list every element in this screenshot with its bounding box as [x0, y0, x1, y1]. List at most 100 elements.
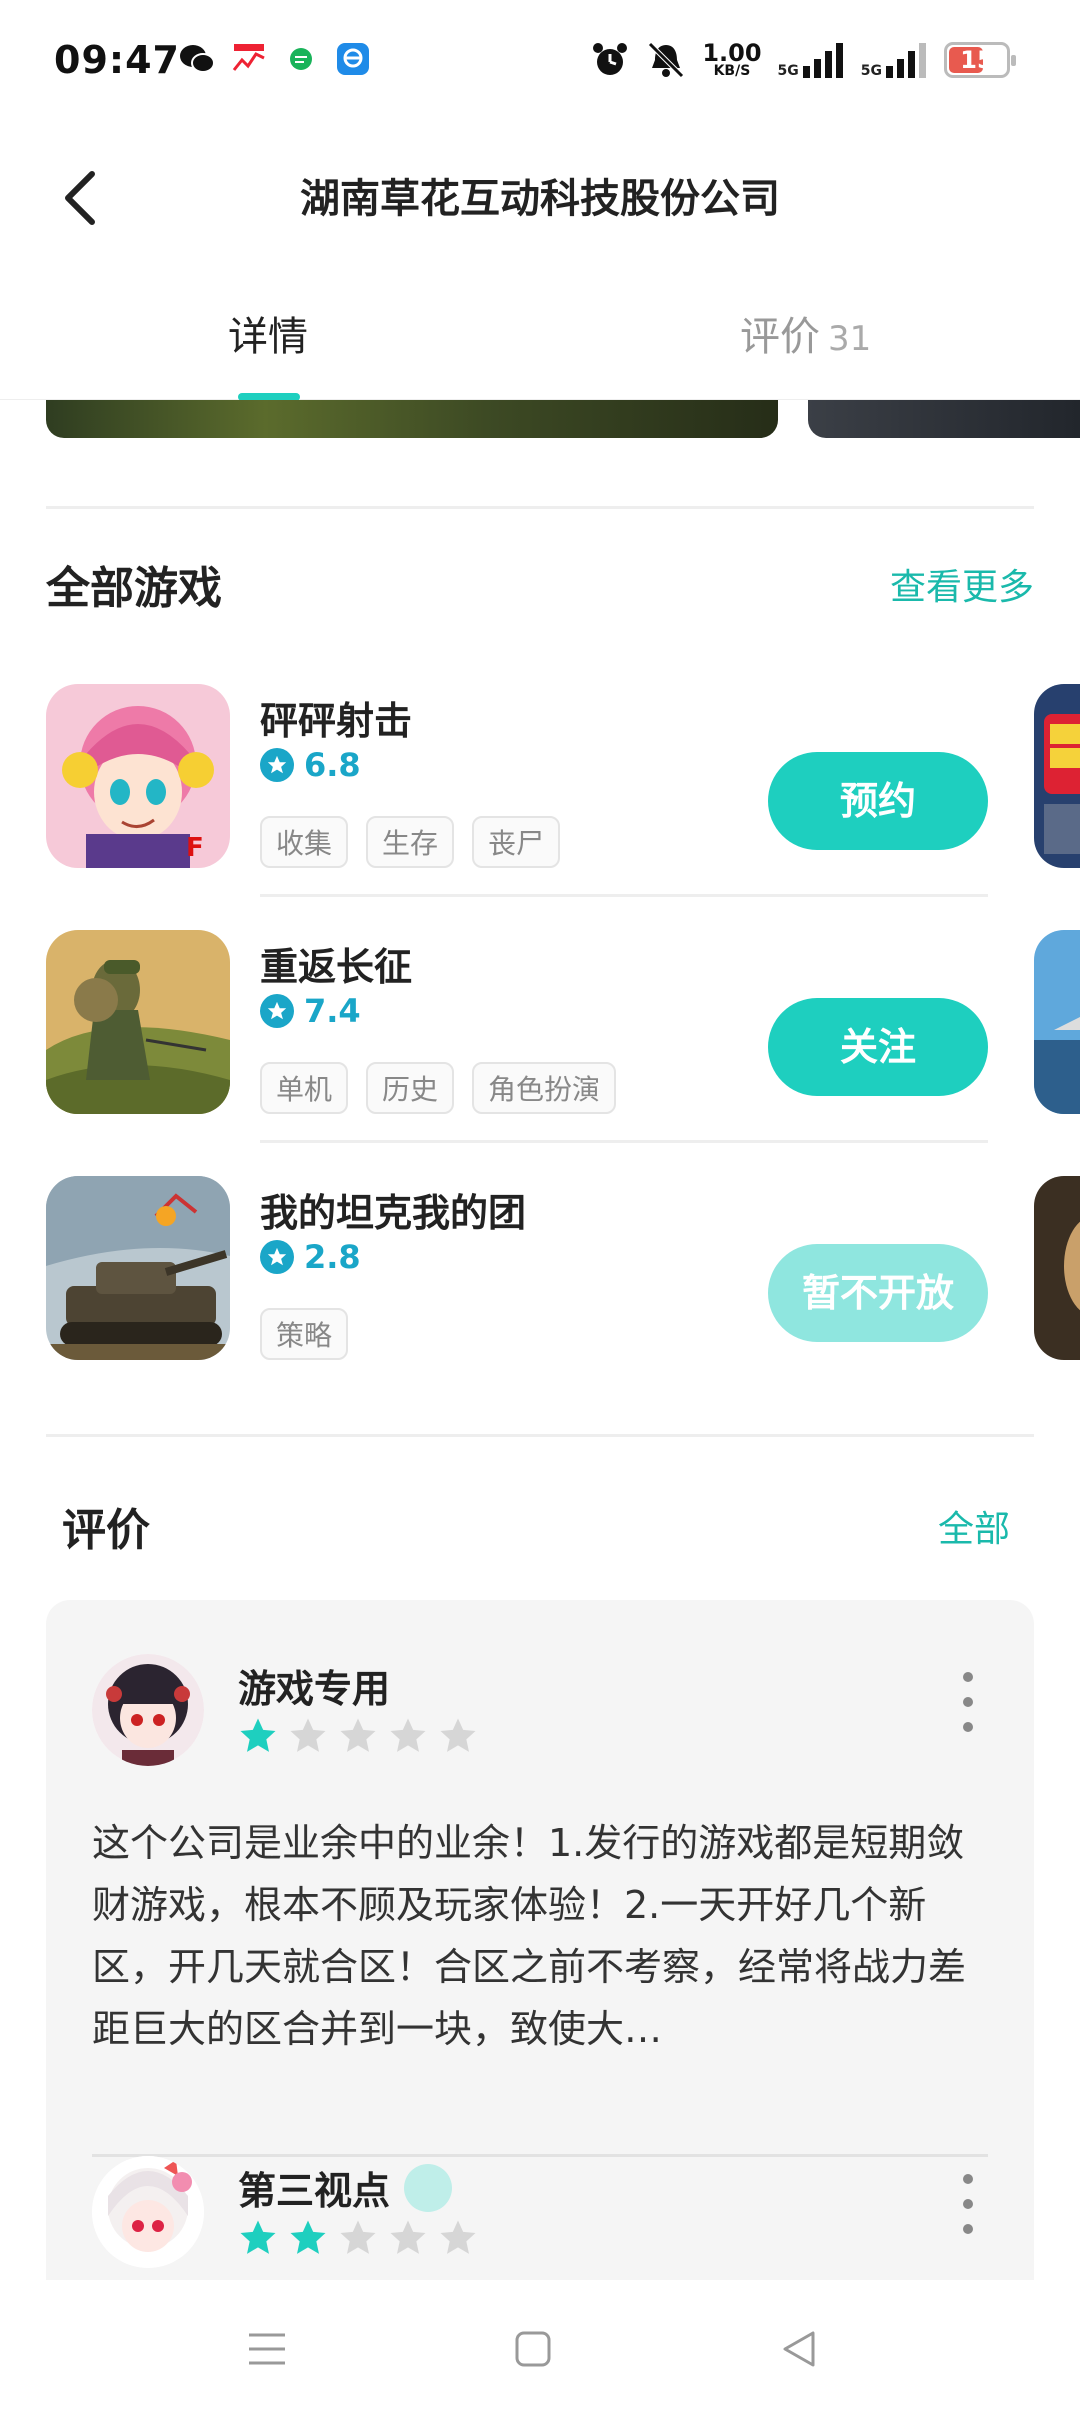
- rating-star-icon: [260, 748, 294, 782]
- back-triangle-icon: [783, 2331, 815, 2367]
- star-empty-icon: [440, 1718, 476, 1752]
- rating-value: 2.8: [304, 1238, 361, 1276]
- home-nav-button[interactable]: [498, 2314, 568, 2384]
- game-tags: 单机 历史 角色扮演: [260, 1062, 617, 1114]
- anime-girl-game-icon: F: [46, 684, 230, 868]
- notification-icons: [178, 42, 372, 76]
- star-filled-icon: [240, 1718, 276, 1752]
- rating-star-icon: [260, 994, 294, 1028]
- signal-bars-icon: [886, 43, 926, 78]
- stock-app-icon: [232, 44, 266, 74]
- review-divider: [92, 2154, 988, 2157]
- game-tags: 收集 生存 丧尸: [260, 816, 561, 868]
- screenshot-carousel[interactable]: [0, 400, 1080, 440]
- status-bar: 09:47 1.00 KB/S 5G 5G 15: [0, 0, 1080, 120]
- tab-details[interactable]: 详情: [228, 304, 308, 362]
- game-list-item[interactable]: 重返长征 7.4 单机 历史 角色扮演 关注: [0, 930, 1080, 1160]
- status-indicators: 1.00 KB/S 5G 5G 15: [590, 38, 1016, 80]
- game-thumbnail-peek: [1034, 930, 1080, 1114]
- game-tag[interactable]: 单机: [260, 1062, 349, 1114]
- games-section-title: 全部游戏: [46, 563, 222, 614]
- reviewer-name[interactable]: 游戏专用: [238, 1658, 390, 1713]
- anime-avatar-image: [92, 1654, 204, 1766]
- star-empty-icon: [290, 1718, 326, 1752]
- game-icon[interactable]: [46, 1176, 230, 1360]
- game-icon[interactable]: [46, 930, 230, 1114]
- game-tag[interactable]: 策略: [260, 1308, 349, 1360]
- game-thumbnail-peek: [1034, 1176, 1080, 1360]
- review-stars: [238, 2218, 478, 2258]
- anime-avatar-image: [92, 2156, 204, 2268]
- reviewer-name[interactable]: 第三视点: [238, 2160, 453, 2215]
- menu-nav-button[interactable]: [232, 2314, 302, 2384]
- avatar[interactable]: [92, 1654, 204, 1766]
- game-rating: 6.8: [260, 746, 361, 784]
- signal-1: 5G: [778, 42, 845, 78]
- game-tag[interactable]: 角色扮演: [472, 1062, 617, 1114]
- more-options-button[interactable]: [948, 2174, 988, 2234]
- section-divider: [46, 506, 1034, 509]
- not-open-button[interactable]: 暂不开放: [768, 1244, 988, 1342]
- game-tag[interactable]: 收集: [260, 816, 349, 868]
- game-list-item[interactable]: 我的坦克我的团 2.8 策略 暂不开放: [0, 1176, 1080, 1406]
- next-game-card-peek[interactable]: [1034, 1176, 1080, 1360]
- rating-value: 7.4: [304, 992, 361, 1030]
- star-empty-icon: [390, 2220, 426, 2254]
- section-divider: [46, 1434, 1034, 1437]
- menu-icon: [249, 2333, 285, 2365]
- avatar[interactable]: [92, 2156, 204, 2268]
- browser-app-icon: [337, 43, 369, 75]
- game-name: 砰砰射击: [260, 699, 413, 743]
- tab-reviews[interactable]: 评价 31: [740, 304, 871, 362]
- follow-button[interactable]: 关注: [768, 998, 988, 1096]
- rating-value: 6.8: [304, 746, 361, 784]
- game-tag[interactable]: 生存: [366, 816, 455, 868]
- status-time: 09:47: [54, 38, 180, 82]
- system-nav-bar: [0, 2280, 1080, 2414]
- game-thumbnail-peek: [1034, 684, 1080, 868]
- wechat-icon: [180, 45, 215, 73]
- more-options-button[interactable]: [948, 1672, 988, 1732]
- screenshot-image[interactable]: [808, 400, 1080, 438]
- star-filled-icon: [290, 2220, 326, 2254]
- mute-icon: [648, 42, 685, 78]
- game-tag[interactable]: 历史: [366, 1062, 455, 1114]
- row-divider: [260, 1140, 988, 1143]
- game-rating: 2.8: [260, 1238, 361, 1276]
- battery-icon: 15: [944, 42, 1016, 78]
- reviews-card: 游戏专用 这个公司是业余中的业余！1.发行的游戏都是短期敛财游戏，根本不顾及玩家…: [46, 1600, 1034, 2280]
- signal-2: 5G: [861, 42, 928, 78]
- next-game-card-peek[interactable]: [1034, 930, 1080, 1114]
- see-more-link[interactable]: 查看更多: [890, 558, 1034, 610]
- reserve-button[interactable]: 预约: [768, 752, 988, 850]
- all-reviews-link[interactable]: 全部: [938, 1500, 1010, 1552]
- home-square-icon: [515, 2331, 551, 2367]
- game-tags: 策略: [260, 1308, 349, 1360]
- game-icon[interactable]: F: [46, 684, 230, 868]
- next-game-card-peek[interactable]: [1034, 684, 1080, 868]
- rating-star-icon: [260, 1240, 294, 1274]
- back-nav-button[interactable]: [764, 2314, 834, 2384]
- game-rating: 7.4: [260, 992, 361, 1030]
- screenshot-image[interactable]: [46, 400, 778, 438]
- chat-bubble-icon: [290, 48, 312, 70]
- star-empty-icon: [390, 1718, 426, 1752]
- network-speed: 1.00 KB/S: [702, 38, 762, 79]
- app-header: 湖南草花互动科技股份公司: [0, 130, 1080, 260]
- battery-cap: [1011, 55, 1016, 66]
- game-list-item[interactable]: F 砰砰射击 6.8 收集 生存 丧尸 预约: [0, 684, 1080, 914]
- star-empty-icon: [340, 2220, 376, 2254]
- game-name: 我的坦克我的团: [260, 1191, 527, 1235]
- star-empty-icon: [440, 2220, 476, 2254]
- review-text[interactable]: 这个公司是业余中的业余！1.发行的游戏都是短期敛财游戏，根本不顾及玩家体验！2.…: [92, 1812, 992, 2060]
- review-count: 31: [828, 319, 872, 359]
- game-name: 重返长征: [260, 945, 413, 989]
- star-empty-icon: [340, 1718, 376, 1752]
- tank-game-icon: [46, 1176, 230, 1360]
- reviews-section-title: 评价: [62, 1505, 150, 1556]
- row-divider: [260, 894, 988, 897]
- page-title: 湖南草花互动科技股份公司: [300, 176, 780, 222]
- signal-bars-icon: [802, 43, 843, 78]
- game-tag[interactable]: 丧尸: [472, 816, 561, 868]
- star-filled-icon: [240, 2220, 276, 2254]
